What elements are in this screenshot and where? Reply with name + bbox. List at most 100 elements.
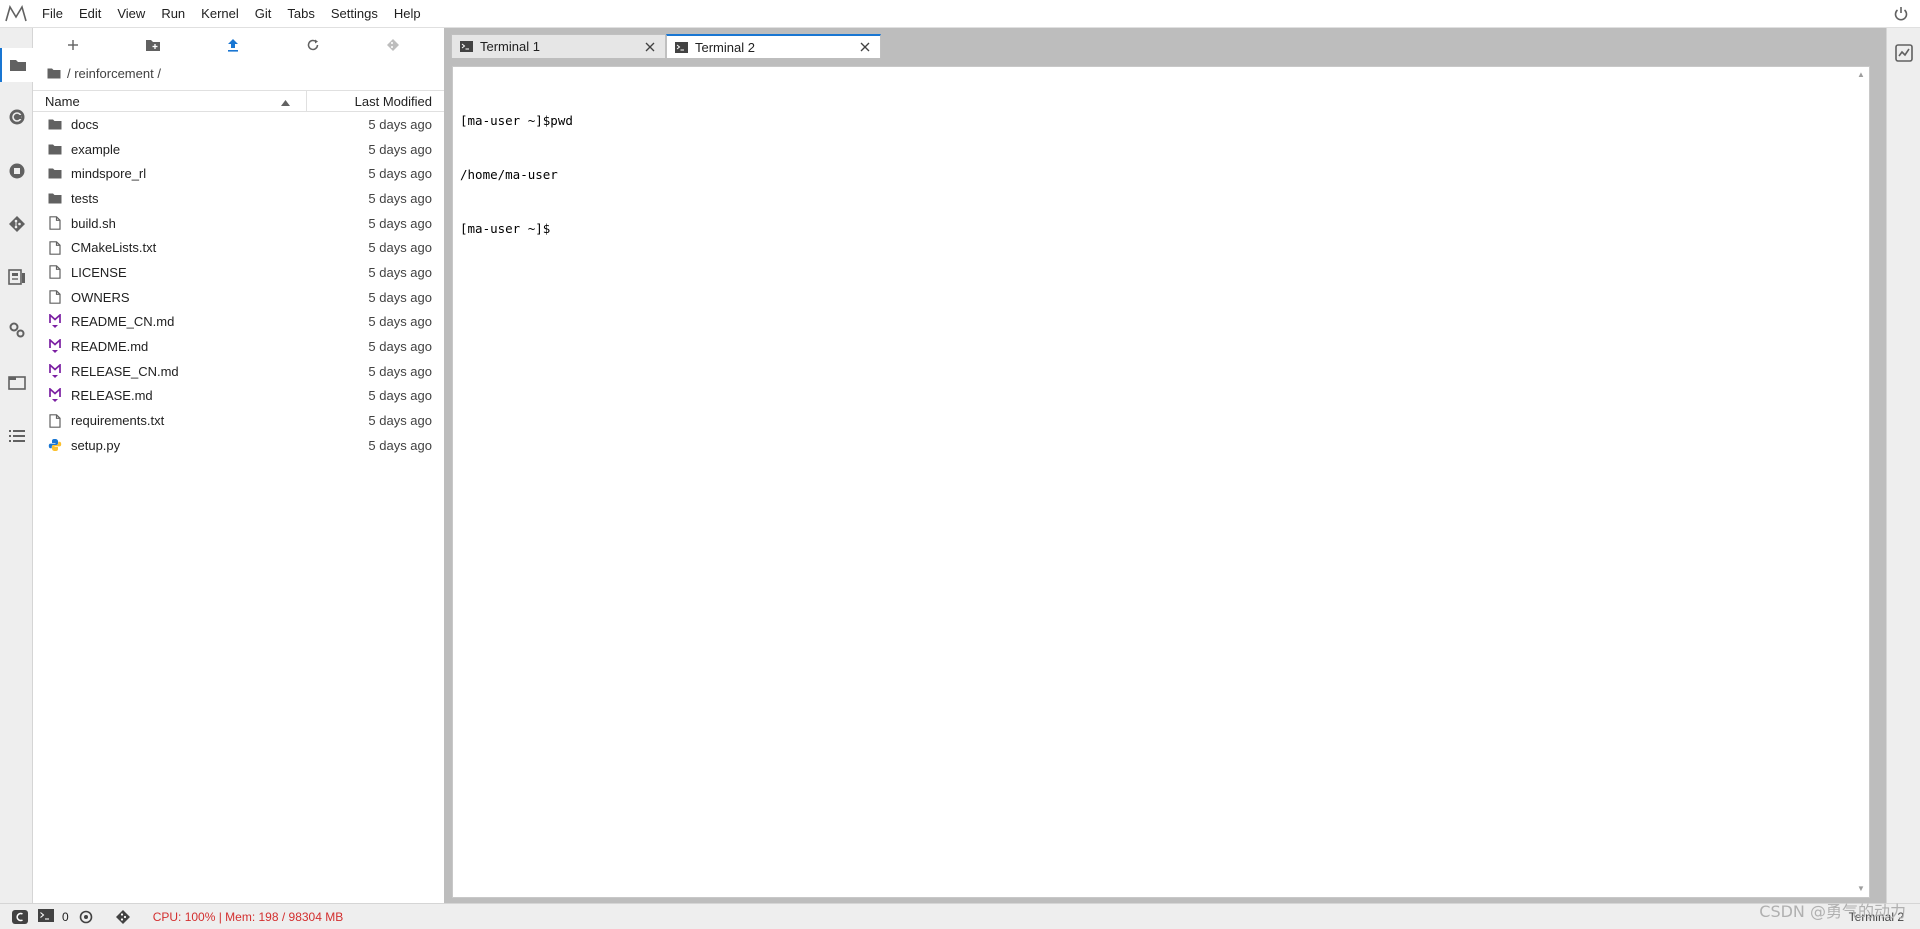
terminal-line: /home/ma-user <box>460 167 558 182</box>
menu-view[interactable]: View <box>109 0 153 28</box>
file-list-item[interactable]: build.sh 5 days ago <box>33 211 444 236</box>
upload-icon[interactable] <box>193 28 273 62</box>
running-kernels-icon[interactable] <box>0 100 33 134</box>
close-icon[interactable] <box>858 40 872 54</box>
status-bar: 0 CPU: 100% | Mem: 198 / 98304 MB Termin… <box>0 903 1920 929</box>
folder-icon <box>47 141 63 157</box>
file-last-modified: 5 days ago <box>368 215 432 231</box>
shutdown-power-icon[interactable] <box>1892 5 1910 23</box>
sort-ascending-icon <box>281 94 290 109</box>
file-last-modified: 5 days ago <box>368 388 432 404</box>
file-name: docs <box>71 116 99 132</box>
resource-monitor-icon[interactable] <box>1895 44 1913 62</box>
python-icon <box>47 437 63 453</box>
terminal-line: [ma-user ~]$pwd <box>460 113 573 128</box>
file-list-header: Name Last Modified <box>33 90 444 112</box>
git-clone-icon[interactable] <box>353 28 433 62</box>
file-list-item[interactable]: setup.py 5 days ago <box>33 433 444 458</box>
file-list-item[interactable]: OWNERS 5 days ago <box>33 285 444 310</box>
terminal-panel[interactable]: [ma-user ~]$pwd /home/ma-user [ma-user ~… <box>452 66 1870 898</box>
file-list-item[interactable]: LICENSE 5 days ago <box>33 260 444 285</box>
file-list-item[interactable]: mindspore_rl 5 days ago <box>33 161 444 186</box>
markdown-icon <box>47 314 63 330</box>
simple-mode-toggle-icon[interactable] <box>12 909 28 924</box>
file-list-item[interactable]: RELEASE.md 5 days ago <box>33 384 444 409</box>
main-menu: File Edit View Run Kernel Git Tabs Setti… <box>34 0 429 28</box>
file-name: README.md <box>71 339 149 355</box>
file-icon <box>47 264 63 280</box>
breadcrumb: / reinforcement / <box>33 62 444 84</box>
menu-kernel[interactable]: Kernel <box>193 0 247 28</box>
column-last-modified-header[interactable]: Last Modified <box>307 94 444 109</box>
file-name: RELEASE_CN.md <box>71 363 179 379</box>
column-name-header[interactable]: Name <box>33 90 307 112</box>
file-icon <box>47 240 63 256</box>
folder-icon[interactable] <box>0 48 33 82</box>
file-browser-panel: / reinforcement / Name Last Modified doc… <box>33 28 444 903</box>
close-icon[interactable] <box>643 40 657 54</box>
resource-usage-text: CPU: 100% | Mem: 198 / 98304 MB <box>152 909 344 924</box>
terminal-icon <box>38 908 54 925</box>
file-last-modified: 5 days ago <box>368 413 432 429</box>
property-inspector-icon[interactable] <box>0 260 33 294</box>
file-list-item[interactable]: README.md 5 days ago <box>33 334 444 359</box>
file-name: example <box>71 141 121 157</box>
file-list-item[interactable]: docs 5 days ago <box>33 112 444 137</box>
stop-circle-icon[interactable] <box>0 154 33 188</box>
file-list-item[interactable]: example 5 days ago <box>33 137 444 162</box>
file-last-modified: 5 days ago <box>368 289 432 305</box>
tab-label: Terminal 1 <box>480 39 540 54</box>
menu-file[interactable]: File <box>34 0 71 28</box>
main-dock-area: Terminal 1 Terminal 2 [ma-user ~]$pwd /h… <box>444 28 1886 903</box>
terminal-count-value: 0 <box>62 909 69 924</box>
kernel-settings-icon[interactable] <box>79 910 93 924</box>
table-of-contents-icon[interactable] <box>0 419 33 453</box>
file-icon <box>47 215 63 231</box>
file-last-modified: 5 days ago <box>368 437 432 453</box>
tab-bar: Terminal 1 Terminal 2 <box>451 34 881 58</box>
scroll-down-icon[interactable]: ▼ <box>1857 885 1865 893</box>
file-last-modified: 5 days ago <box>368 339 432 355</box>
file-list-item[interactable]: tests 5 days ago <box>33 186 444 211</box>
folder-icon <box>47 190 63 206</box>
tab-terminal-2[interactable]: Terminal 2 <box>666 34 881 58</box>
breadcrumb-path[interactable]: / reinforcement / <box>67 66 161 81</box>
menu-git[interactable]: Git <box>247 0 280 28</box>
terminal-icon <box>460 41 473 52</box>
tabs-icon[interactable] <box>0 366 33 400</box>
menu-run[interactable]: Run <box>153 0 193 28</box>
file-name: build.sh <box>71 215 116 231</box>
file-list-item[interactable]: README_CN.md 5 days ago <box>33 310 444 335</box>
scroll-up-icon[interactable]: ▲ <box>1857 71 1865 79</box>
git-status-icon[interactable] <box>115 909 131 925</box>
file-name: LICENSE <box>71 264 127 280</box>
terminal-scrollbar[interactable]: ▲ ▼ <box>1855 69 1867 895</box>
refresh-icon[interactable] <box>273 28 353 62</box>
menu-edit[interactable]: Edit <box>71 0 109 28</box>
folder-icon <box>47 166 63 182</box>
tab-terminal-1[interactable]: Terminal 1 <box>451 34 666 58</box>
tab-label: Terminal 2 <box>695 39 755 55</box>
left-sidebar <box>0 28 33 903</box>
menu-tabs[interactable]: Tabs <box>279 0 322 28</box>
file-name: mindspore_rl <box>71 166 147 182</box>
file-last-modified: 5 days ago <box>368 141 432 157</box>
new-launcher-icon[interactable] <box>33 28 113 62</box>
new-folder-icon[interactable] <box>113 28 193 62</box>
menu-settings[interactable]: Settings <box>323 0 386 28</box>
git-icon[interactable] <box>0 207 33 241</box>
folder-icon[interactable] <box>47 68 61 79</box>
file-last-modified: 5 days ago <box>368 116 432 132</box>
terminal-output[interactable]: [ma-user ~]$pwd /home/ma-user [ma-user ~… <box>460 76 573 274</box>
file-list-item[interactable]: CMakeLists.txt 5 days ago <box>33 235 444 260</box>
file-last-modified: 5 days ago <box>368 190 432 206</box>
extension-manager-icon[interactable] <box>0 313 33 347</box>
terminal-count[interactable]: 0 <box>38 908 69 925</box>
file-last-modified: 5 days ago <box>368 166 432 182</box>
file-list-item[interactable]: RELEASE_CN.md 5 days ago <box>33 359 444 384</box>
file-list-item[interactable]: requirements.txt 5 days ago <box>33 408 444 433</box>
file-icon <box>47 413 63 429</box>
file-last-modified: 5 days ago <box>368 363 432 379</box>
jupyter-logo-icon <box>0 0 32 28</box>
menu-help[interactable]: Help <box>386 0 429 28</box>
